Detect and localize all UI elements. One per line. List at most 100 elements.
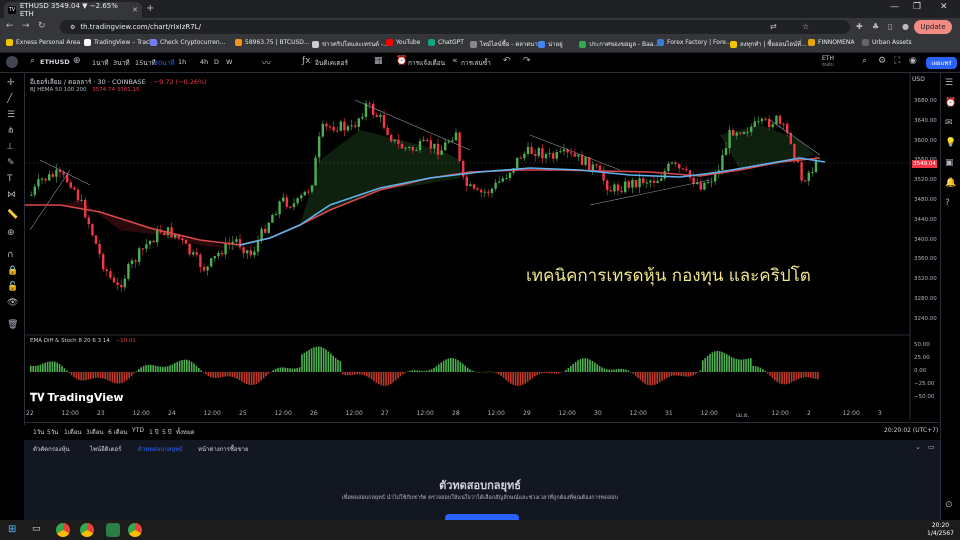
range-button[interactable]: 6 เดือน: [108, 427, 127, 437]
oscillator-bar: [663, 372, 666, 380]
task-view-icon[interactable]: ▭: [32, 524, 41, 534]
oscillator-bar: [387, 372, 390, 386]
oscillator-bar: [589, 359, 591, 372]
candle: [494, 182, 497, 189]
candle: [562, 149, 566, 152]
x-axis-label: 23: [97, 410, 105, 417]
oscillator-bar: [426, 370, 428, 372]
collapse-icon[interactable]: ⌄: [915, 443, 921, 451]
oscillator-bar: [586, 358, 589, 372]
candle: [220, 253, 224, 255]
lower-indicator-legend[interactable]: EMA Diff & Stoch 8 20 6 3 14 −10.01: [30, 338, 136, 344]
candle: [73, 187, 76, 190]
range-button[interactable]: 1 ปี: [149, 427, 159, 437]
oscillator-bar: [272, 370, 274, 372]
candle: [771, 124, 774, 128]
y-axis-label: 3240.00: [914, 315, 937, 322]
oscillator-bar: [298, 367, 301, 372]
oscillator-bar: [615, 369, 618, 372]
candle: [699, 182, 702, 190]
x-axis-label: 12:00: [345, 410, 363, 417]
candle: [645, 182, 648, 184]
oscillator-bar: [291, 368, 294, 372]
oscillator-bar: [438, 364, 440, 372]
chrome-icon[interactable]: [128, 523, 142, 537]
oscillator-bar: [450, 358, 452, 372]
maximize-panel-icon[interactable]: ▭: [928, 443, 935, 451]
range-button[interactable]: 5 ปี: [162, 427, 172, 437]
candle: [285, 197, 288, 207]
candle: [350, 125, 353, 127]
oscillator-bar: [469, 369, 471, 372]
oscillator-bar: [332, 355, 334, 372]
x-axis-label: 25: [239, 410, 247, 417]
oscillator-bar: [248, 372, 250, 385]
oscillator-bar: [786, 372, 788, 385]
oscillator-bar: [193, 363, 195, 372]
panel-tab[interactable]: ไพน์อีดิเตอร์: [90, 444, 121, 454]
panel-tab[interactable]: ตัวคัดกรองหุ้น: [33, 444, 70, 454]
candle: [559, 151, 562, 153]
oscillator-bar: [181, 359, 183, 372]
candle: [624, 181, 627, 193]
candle: [87, 217, 90, 225]
oscillator-bar: [634, 372, 637, 376]
oscillator-bar: [658, 372, 661, 383]
candle: [37, 179, 40, 187]
oscillator-bar: [656, 372, 658, 384]
oscillator-bar: [627, 370, 630, 372]
range-button[interactable]: ทั้งหมด: [176, 427, 195, 437]
oscillator-bar: [771, 372, 774, 379]
oscillator-bar: [342, 372, 344, 375]
candle: [76, 189, 80, 201]
candle: [663, 171, 666, 179]
oscillator-axis-label: 25.00: [914, 355, 930, 361]
panel-tab[interactable]: ตัวทดสอบกลยุทธ์: [138, 444, 183, 454]
oscillator-bar: [82, 372, 85, 381]
system-clock[interactable]: 20:20 1/4/2567: [927, 522, 954, 538]
oscillator-bar: [630, 371, 632, 373]
oscillator-bar: [709, 353, 711, 372]
panel-tab[interactable]: หน้าต่างการซื้อขาย: [198, 444, 249, 454]
x-axis-label: 2: [807, 410, 811, 417]
candle: [555, 151, 558, 159]
timezone-clock[interactable]: 20:20:02 (UTC+7): [884, 427, 938, 434]
windows-start-icon[interactable]: ⊞: [8, 524, 16, 535]
chrome-icon[interactable]: [80, 523, 94, 537]
app-icon[interactable]: [106, 523, 120, 537]
candle: [400, 143, 404, 149]
y-axis-label: 3440.00: [914, 216, 937, 223]
range-button[interactable]: YTD: [132, 427, 144, 434]
range-button[interactable]: 5วัน: [47, 427, 58, 437]
oscillator-bar: [697, 372, 699, 373]
oscillator-bar: [90, 372, 92, 379]
oscillator-bar: [728, 355, 730, 372]
oscillator-bar: [810, 372, 812, 378]
symbol-legend[interactable]: อีเธอร์เลียม / ดอลลาร์ · 30 · COINBASE −…: [30, 77, 207, 87]
oscillator-bar: [661, 372, 663, 381]
oscillator-bar: [699, 370, 702, 372]
x-axis-label: 12:00: [629, 410, 647, 417]
currency-label[interactable]: USD: [912, 76, 925, 83]
candle: [94, 235, 98, 244]
oscillator-bar: [176, 361, 178, 372]
oscillator-bar: [217, 372, 219, 378]
candle: [534, 153, 537, 156]
trendline-drawing[interactable]: [39, 159, 91, 186]
oscillator-bar: [534, 372, 536, 377]
indicator-legend[interactable]: BJ HEMA 50 100 200 3574.74 3561.15: [30, 87, 140, 93]
range-button[interactable]: 1วัน: [33, 427, 44, 437]
candle: [746, 131, 749, 133]
oscillator-bar: [274, 368, 277, 372]
oscillator-bar: [157, 366, 159, 372]
candle: [357, 118, 360, 127]
oscillator-bar: [409, 370, 411, 372]
oscillator-bar: [123, 372, 126, 382]
oscillator-bar: [195, 365, 198, 372]
oscillator-bar: [632, 372, 634, 374]
range-button[interactable]: 1เดือน: [64, 427, 81, 437]
range-button[interactable]: 3เดือน: [86, 427, 103, 437]
candle: [213, 256, 216, 259]
candle: [523, 153, 526, 159]
chrome-icon[interactable]: [56, 523, 70, 537]
